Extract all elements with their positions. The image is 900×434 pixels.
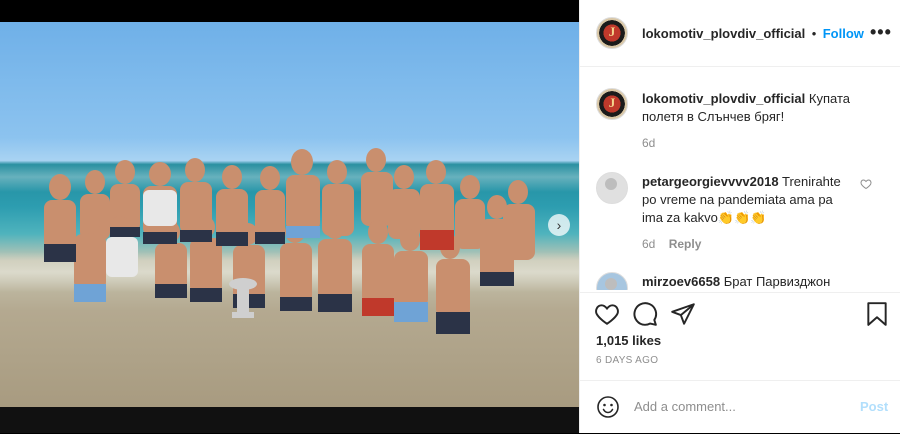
post-comment-button[interactable]: Post: [860, 399, 888, 414]
emoji-icon[interactable]: [596, 395, 620, 419]
comment-item-partial: mirzoev6658 Брат Парвизджон: [596, 272, 886, 290]
more-options-icon[interactable]: •••: [870, 22, 892, 43]
comment-username[interactable]: mirzoev6658: [642, 274, 720, 289]
post-side-panel: lokomotiv_plovdiv_official • Follow ••• …: [579, 0, 900, 433]
reply-button[interactable]: Reply: [669, 237, 702, 251]
comment-text-block: mirzoev6658 Брат Парвизджон: [642, 273, 854, 290]
add-comment-input[interactable]: Add a comment...: [634, 399, 736, 414]
bottom-black-bar: [0, 407, 579, 433]
comment-age[interactable]: 6d: [642, 237, 655, 251]
team-group-photo: [44, 148, 535, 334]
author-avatar[interactable]: [596, 17, 628, 49]
separator-dot: •: [811, 26, 817, 41]
share-icon[interactable]: [670, 301, 696, 327]
header-author-line: lokomotiv_plovdiv_official • Follow: [642, 25, 864, 43]
comment-icon[interactable]: [632, 301, 658, 327]
bookmark-icon[interactable]: [864, 301, 890, 327]
commenter-avatar[interactable]: [596, 172, 628, 204]
next-photo-button[interactable]: ›: [548, 214, 570, 236]
comment-composer: Add a comment... Post: [580, 380, 900, 434]
top-black-bar: [0, 0, 579, 22]
caption-author-username[interactable]: lokomotiv_plovdiv_official: [642, 91, 805, 106]
comment-like-heart-icon[interactable]: [860, 178, 872, 190]
comment-text-block: petargeorgievvvv2018 Trenirahte po vreme…: [642, 173, 854, 253]
post-header: lokomotiv_plovdiv_official • Follow •••: [580, 0, 900, 67]
comment-meta: 6d Reply: [642, 235, 854, 253]
comment-username[interactable]: petargeorgievvvv2018: [642, 174, 779, 189]
commenter-avatar[interactable]: [596, 272, 628, 290]
caption-text-block: lokomotiv_plovdiv_official Купата полетя…: [642, 90, 872, 152]
heart-icon[interactable]: [594, 301, 620, 327]
caption-age[interactable]: 6d: [642, 134, 872, 152]
likes-count[interactable]: 1,015 likes: [596, 333, 661, 348]
caption-author-avatar[interactable]: [596, 88, 628, 120]
post-photo[interactable]: ›: [0, 22, 579, 407]
post-date[interactable]: 6 DAYS AGO: [596, 355, 658, 366]
post-actions: 1,015 likes 6 DAYS AGO: [580, 292, 900, 383]
comment-text: Брат Парвизджон: [723, 274, 831, 289]
author-username[interactable]: lokomotiv_plovdiv_official: [642, 26, 805, 41]
follow-button[interactable]: Follow: [823, 26, 864, 41]
